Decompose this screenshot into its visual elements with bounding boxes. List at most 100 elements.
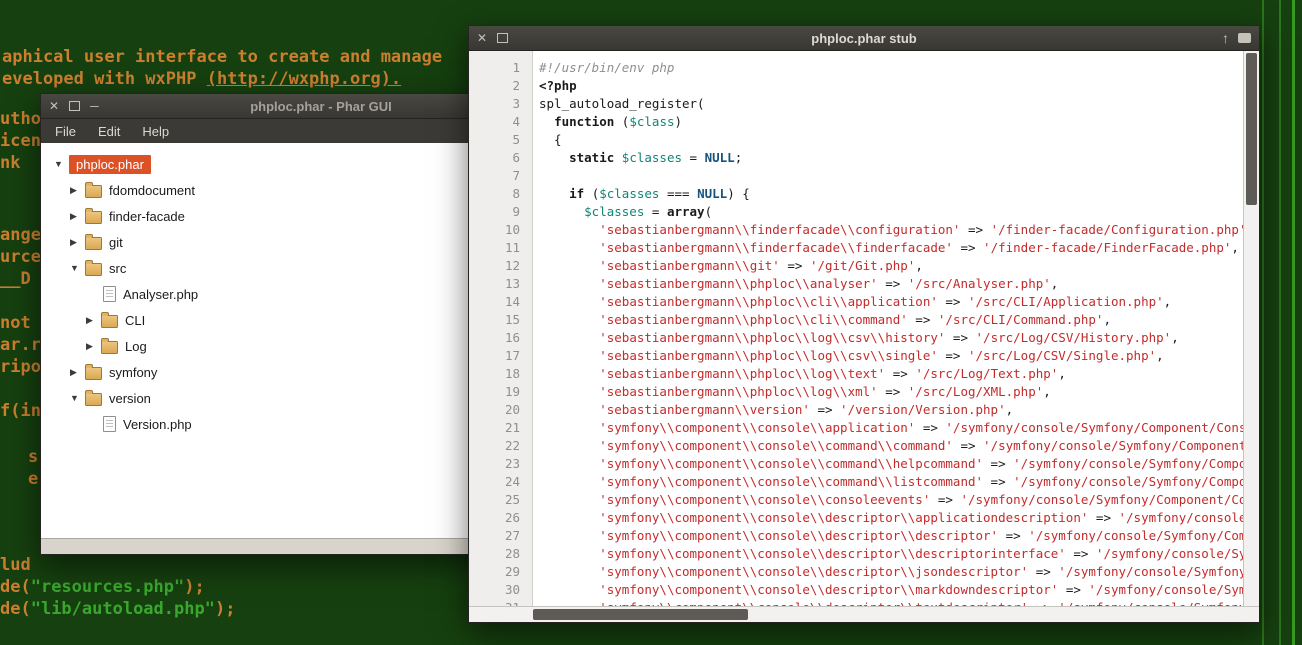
stub-titlebar[interactable]: ✕ phploc.phar stub ↑ [469, 26, 1259, 51]
line-number: 29 [469, 563, 532, 581]
code-line: 'sebastianbergmann\\phploc\\analyser' =>… [539, 275, 1243, 293]
tree-label: git [109, 235, 123, 250]
code-line: 'symfony\\component\\console\\descriptor… [539, 581, 1243, 599]
terminal-text-line: f(in [0, 400, 41, 422]
folder-icon [85, 211, 102, 224]
folder-icon [85, 367, 102, 380]
vertical-scrollbar[interactable] [1243, 51, 1259, 606]
line-number: 16 [469, 329, 532, 347]
line-number: 27 [469, 527, 532, 545]
expander-closed-icon[interactable]: ▶ [70, 367, 85, 378]
restore-icon[interactable] [1238, 33, 1251, 43]
line-number: 13 [469, 275, 532, 293]
terminal-text-line: aphical user interface to create and man… [2, 46, 442, 68]
vertical-scrollbar-thumb[interactable] [1246, 53, 1257, 205]
code-line [539, 167, 1243, 185]
tree-label: finder-facade [109, 209, 185, 224]
line-number: 7 [469, 167, 532, 185]
folder-icon [101, 341, 118, 354]
terminal-text-line: nk [0, 152, 20, 174]
code-lines[interactable]: #!/usr/bin/env php<?phpspl_autoload_regi… [533, 51, 1243, 606]
terminal-text-line: ange [0, 224, 41, 246]
folder-icon [85, 237, 102, 250]
line-number: 1 [469, 59, 532, 77]
code-line: function ($class) [539, 113, 1243, 131]
tree-label: symfony [109, 365, 157, 380]
file-icon [103, 286, 116, 302]
line-number: 8 [469, 185, 532, 203]
background-stripe [1279, 0, 1281, 645]
terminal-text-line: de("lib/autoload.php"); [0, 598, 235, 620]
code-line: 'symfony\\component\\console\\descriptor… [539, 545, 1243, 563]
folder-icon [85, 263, 102, 276]
code-line: 'sebastianbergmann\\phploc\\log\\xml' =>… [539, 383, 1243, 401]
close-icon[interactable]: ✕ [477, 32, 487, 44]
maximize-icon[interactable] [497, 33, 508, 43]
line-number: 30 [469, 581, 532, 599]
line-number: 15 [469, 311, 532, 329]
line-number: 3 [469, 95, 532, 113]
terminal-text-line: e [28, 468, 38, 490]
code-line: 'symfony\\component\\console\\descriptor… [539, 599, 1243, 606]
expander-open-icon[interactable]: ▼ [70, 393, 85, 403]
terminal-text-line: de("resources.php"); [0, 576, 205, 598]
menu-help[interactable]: Help [132, 121, 179, 142]
tree-label: version [109, 391, 151, 406]
terminal-text-line: ar.r [0, 334, 41, 356]
line-number: 18 [469, 365, 532, 383]
line-number: 31 [469, 599, 532, 606]
folder-icon [85, 185, 102, 198]
terminal-text-line: lud [0, 554, 31, 576]
horizontal-scrollbar-thumb[interactable] [533, 609, 748, 620]
terminal-text-line: not [0, 312, 31, 334]
expander-closed-icon[interactable]: ▶ [70, 185, 85, 196]
terminal-text-line: s [28, 446, 38, 468]
tree-label: Version.php [123, 417, 192, 432]
tree-label: Log [125, 339, 147, 354]
expander-closed-icon[interactable]: ▶ [86, 315, 101, 326]
tree-label: phploc.phar [69, 155, 151, 174]
line-number: 2 [469, 77, 532, 95]
code-line: static $classes = NULL; [539, 149, 1243, 167]
code-line: #!/usr/bin/env php [539, 59, 1243, 77]
terminal-text-line: icen [0, 130, 41, 152]
tree-label: src [109, 261, 126, 276]
expander-open-icon[interactable]: ▼ [54, 159, 69, 169]
code-line: 'sebastianbergmann\\git' => '/git/Git.ph… [539, 257, 1243, 275]
line-number: 21 [469, 419, 532, 437]
terminal-text-line: eveloped with wxPHP (http://wxphp.org). [2, 68, 401, 90]
code-line: spl_autoload_register( [539, 95, 1243, 113]
terminal-text-line: __D [0, 268, 31, 290]
line-number: 23 [469, 455, 532, 473]
code-line: 'sebastianbergmann\\phploc\\cli\\applica… [539, 293, 1243, 311]
line-number: 10 [469, 221, 532, 239]
expander-open-icon[interactable]: ▼ [70, 263, 85, 273]
expander-closed-icon[interactable]: ▶ [86, 341, 101, 352]
tree-label: Analyser.php [123, 287, 198, 302]
folder-icon [85, 393, 102, 406]
code-line: 'sebastianbergmann\\phploc\\log\\text' =… [539, 365, 1243, 383]
minimize-icon[interactable]: ─ [90, 100, 99, 112]
code-line: { [539, 131, 1243, 149]
line-number: 25 [469, 491, 532, 509]
expander-closed-icon[interactable]: ▶ [70, 211, 85, 222]
menu-edit[interactable]: Edit [88, 121, 130, 142]
code-line: 'sebastianbergmann\\version' => '/versio… [539, 401, 1243, 419]
maximize-icon[interactable] [69, 101, 80, 111]
expander-closed-icon[interactable]: ▶ [70, 237, 85, 248]
line-number: 11 [469, 239, 532, 257]
terminal-text-line: ripo [0, 356, 41, 378]
background-stripe [1262, 0, 1264, 645]
line-number: 12 [469, 257, 532, 275]
line-number: 9 [469, 203, 532, 221]
menu-file[interactable]: File [45, 121, 86, 142]
stub-editor-window: ✕ phploc.phar stub ↑ 1234567891011121314… [468, 25, 1260, 623]
code-line: <?php [539, 77, 1243, 95]
code-line: 'symfony\\component\\console\\descriptor… [539, 563, 1243, 581]
code-line: 'sebastianbergmann\\phploc\\cli\\command… [539, 311, 1243, 329]
line-number-gutter: 1234567891011121314151617181920212223242… [469, 51, 533, 606]
terminal-text-line: urce [0, 246, 41, 268]
close-icon[interactable]: ✕ [49, 100, 59, 112]
horizontal-scrollbar[interactable] [469, 606, 1259, 622]
scroll-top-icon[interactable]: ↑ [1222, 32, 1229, 44]
